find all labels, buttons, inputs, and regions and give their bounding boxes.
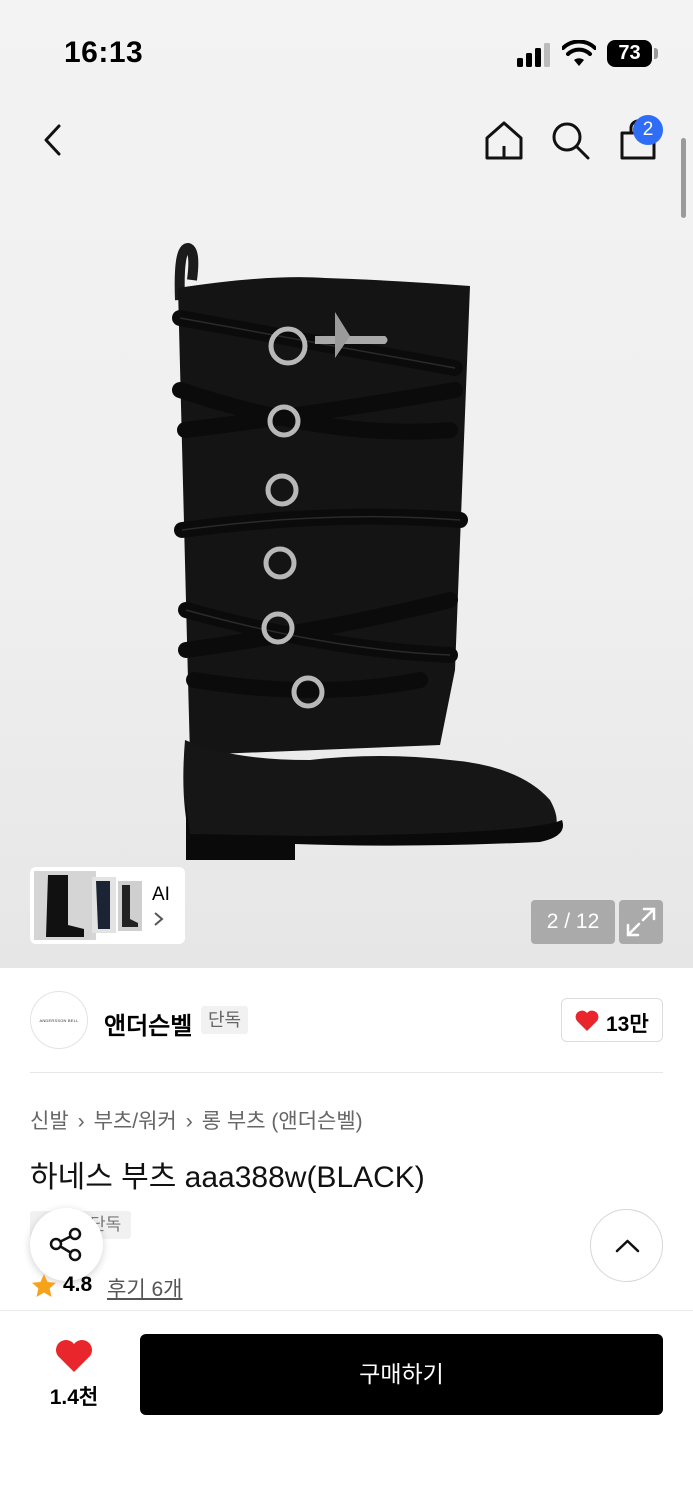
breadcrumb-item[interactable]: 부츠/워커 — [94, 1110, 177, 1133]
chevron-right-icon: › — [185, 1110, 193, 1133]
brand-name[interactable]: 앤더슨벨 — [104, 1006, 192, 1041]
brand-logo[interactable]: ANDERSSON BELL — [30, 991, 88, 1049]
expand-icon — [626, 907, 656, 937]
product-photo[interactable] — [150, 240, 590, 870]
signal-icon — [517, 43, 553, 67]
status-bar: 16:13 73 — [0, 0, 693, 100]
search-icon[interactable] — [548, 118, 592, 162]
review-link[interactable]: 후기 6개 — [107, 1273, 182, 1303]
scroll-to-top-button[interactable] — [590, 1209, 663, 1282]
breadcrumb-item[interactable]: 롱 부츠 (앤더슨벨) — [202, 1110, 363, 1133]
breadcrumb: 신발 › 부츠/워커 › 롱 부츠 (앤더슨벨) — [30, 1105, 363, 1135]
heart-icon[interactable] — [54, 1338, 94, 1374]
brand-logo-text: ANDERSSON BELL — [39, 1018, 79, 1023]
product-gallery[interactable]: 16:13 73 2 AI 2 / 12 — [0, 0, 693, 968]
buy-button[interactable]: 구매하기 — [140, 1334, 663, 1415]
chevron-right-icon — [154, 912, 164, 926]
chevron-right-icon: › — [77, 1110, 85, 1133]
battery-level: 73 — [607, 40, 652, 67]
star-icon — [32, 1274, 56, 1297]
chevron-up-icon — [615, 1239, 640, 1253]
wifi-icon — [562, 40, 596, 66]
breadcrumb-item[interactable]: 신발 — [30, 1110, 69, 1133]
rating-value: 4.8 — [63, 1273, 93, 1296]
wish-count: 1.4천 — [49, 1386, 99, 1409]
share-button[interactable] — [30, 1208, 103, 1281]
status-time: 16:13 — [64, 36, 144, 69]
home-icon[interactable] — [482, 118, 526, 162]
exclusive-badge: 단독 — [201, 1006, 249, 1034]
share-icon — [49, 1227, 82, 1262]
image-page-counter: 2 / 12 — [531, 900, 615, 944]
divider — [30, 1072, 663, 1073]
similar-products-thumbnails — [34, 871, 142, 940]
back-icon[interactable] — [34, 118, 74, 162]
cart-count-badge: 2 — [633, 115, 663, 145]
scrollbar[interactable] — [681, 138, 686, 218]
battery-icon: 73 — [607, 40, 658, 67]
heart-icon — [575, 1010, 599, 1031]
ai-label: AI — [152, 884, 170, 905]
product-title: 하네스 부츠 aaa388w(BLACK) — [30, 1161, 425, 1194]
brand-like-count: 13만 — [606, 1013, 649, 1036]
brand-like-button[interactable]: 13만 — [561, 998, 663, 1042]
expand-button[interactable] — [619, 900, 663, 944]
